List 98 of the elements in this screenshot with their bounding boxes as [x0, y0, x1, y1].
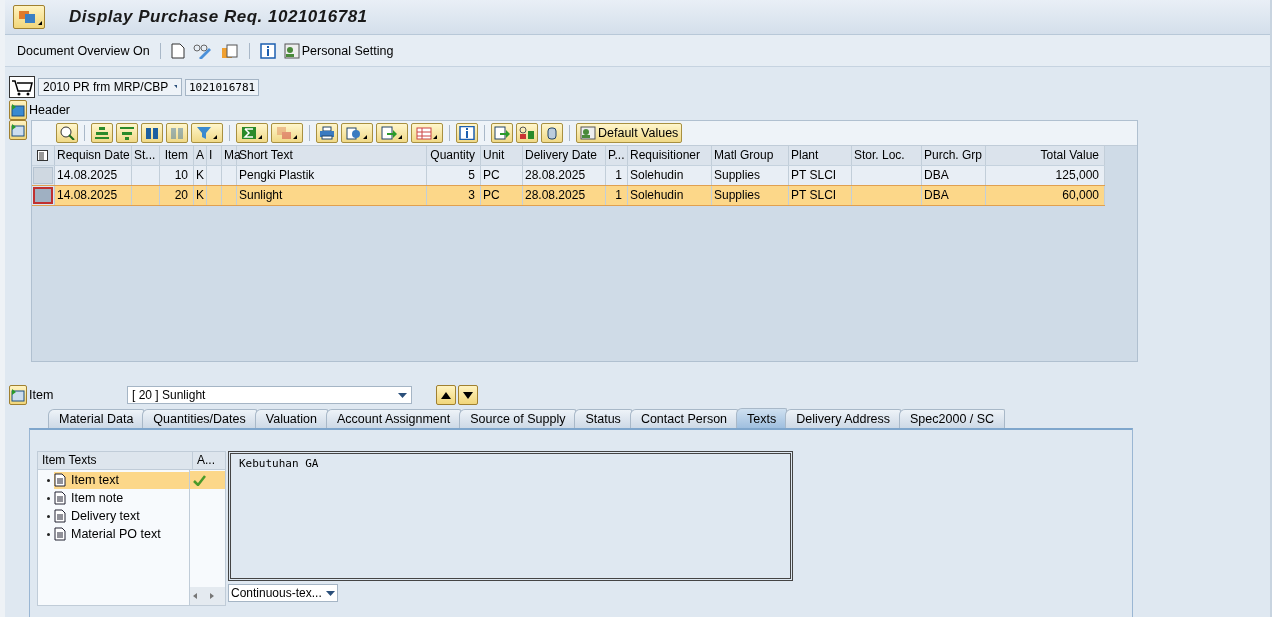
item-dropdown[interactable]: [ 20 ] Sunlight	[127, 386, 412, 404]
table-cell: PT SLCI	[789, 186, 852, 205]
layout-button[interactable]	[411, 123, 443, 143]
caret-icon	[363, 135, 368, 140]
document-icon	[54, 491, 66, 505]
tab[interactable]: Texts	[736, 408, 788, 428]
sort-up-button[interactable]	[91, 123, 113, 143]
layout-icon	[416, 126, 432, 140]
personal-setting-button[interactable]: Personal Setting	[283, 42, 394, 59]
info-icon[interactable]	[259, 42, 276, 59]
default-values-button[interactable]: Default Values	[576, 123, 683, 143]
caret-icon	[433, 135, 438, 140]
column-header: A...	[196, 452, 215, 469]
table-cell: K	[194, 186, 207, 205]
panel-icon	[11, 388, 25, 402]
table-cell: 60,000	[986, 186, 1105, 205]
column-settings-icon[interactable]	[37, 149, 49, 162]
table-cell: 14.08.2025	[55, 186, 132, 205]
text-type-item[interactable]: Item note	[54, 489, 189, 507]
document-number-field: 1021016781	[185, 78, 260, 96]
tab[interactable]: Spec2000 / SC	[899, 409, 1006, 428]
sigma-icon	[241, 126, 257, 140]
panel-icon	[11, 123, 25, 137]
caret-icon	[213, 135, 218, 140]
text-type-item[interactable]: Delivery text	[54, 507, 189, 525]
editor-text: Kebutuhan GA	[239, 457, 319, 470]
row-selector[interactable]	[33, 187, 53, 204]
details-icon	[59, 126, 75, 140]
header-label: Header	[29, 103, 70, 117]
next-item-button[interactable]	[458, 385, 478, 405]
filter-icon	[196, 126, 212, 140]
table-cell: Sunlight	[237, 186, 427, 205]
expand-header-button[interactable]	[9, 100, 27, 120]
caret-icon	[293, 135, 298, 140]
document-type-dropdown[interactable]: 2010 PR frm MRP/CBP	[38, 78, 182, 96]
export-button[interactable]	[376, 123, 408, 143]
printer-icon	[319, 126, 335, 140]
system-menu-button[interactable]	[13, 5, 45, 29]
printer-button[interactable]	[316, 123, 338, 143]
format-dropdown[interactable]: Continuous-tex...	[228, 584, 338, 602]
sort-up-icon	[94, 126, 110, 140]
caret-icon	[398, 135, 403, 140]
person-card-icon	[580, 126, 596, 140]
table-cell: 3	[427, 186, 481, 205]
glasses-pencil-icon[interactable]	[192, 42, 213, 59]
sort-down-icon	[119, 126, 135, 140]
column-header: Item Texts	[38, 452, 193, 469]
table-cell: Solehudin	[628, 186, 712, 205]
import-button[interactable]	[491, 123, 513, 143]
document-icon	[54, 473, 66, 487]
shopping-cart-icon[interactable]	[9, 76, 35, 98]
tab[interactable]: Quantities/Dates	[142, 409, 257, 428]
blank-page-icon[interactable]	[170, 42, 185, 59]
document-icon	[54, 509, 66, 523]
text-type-item[interactable]: Material PO text	[54, 525, 189, 543]
import-icon	[494, 126, 510, 140]
person-card-icon	[283, 42, 300, 59]
tab[interactable]: Source of Supply	[459, 409, 577, 428]
table-cell: 1	[606, 186, 628, 205]
caret-icon	[258, 135, 263, 140]
details-button[interactable]	[56, 123, 78, 143]
item-label: Item	[29, 388, 55, 402]
dropdown-arrow-icon	[398, 392, 407, 398]
tab[interactable]: Status	[574, 409, 632, 428]
tab[interactable]: Contact Person	[629, 409, 739, 428]
export-icon	[381, 126, 397, 140]
table-cell: DBA	[922, 186, 986, 205]
previous-item-button[interactable]	[436, 385, 456, 405]
document-overview-button[interactable]: Document Overview On	[17, 43, 150, 58]
views-icon	[346, 126, 362, 140]
window-title: Display Purchase Req. 1021016781	[69, 7, 368, 27]
tab[interactable]: Account Assignment	[325, 409, 462, 428]
table-cell: 20	[160, 186, 194, 205]
table-cell: 28.08.2025	[523, 186, 606, 205]
tab[interactable]: Material Data	[48, 409, 145, 428]
collapse-grid-button[interactable]	[9, 120, 27, 140]
dropdown-arrow-icon	[326, 590, 335, 596]
document-icon	[54, 527, 66, 541]
caret-icon	[38, 21, 43, 26]
info-button[interactable]	[456, 123, 478, 143]
panel-icon	[11, 103, 25, 117]
info-icon	[459, 126, 475, 140]
tab[interactable]: Delivery Address	[785, 409, 902, 428]
text-editor[interactable]: Kebutuhan GA	[228, 451, 793, 581]
table-cell: Supplies	[712, 186, 789, 205]
tab[interactable]: Valuation	[254, 409, 328, 428]
filter-button[interactable]	[191, 123, 223, 143]
up-arrow-icon	[441, 391, 451, 399]
subtotal-icon	[276, 126, 292, 140]
sigma-button[interactable]	[236, 123, 268, 143]
subtotal-button[interactable]	[271, 123, 303, 143]
table-cell: PC	[481, 186, 523, 205]
text-type-item[interactable]: Item text	[54, 471, 189, 489]
expand-item-button[interactable]	[9, 385, 27, 405]
views-button[interactable]	[341, 123, 373, 143]
down-arrow-icon	[463, 391, 473, 399]
dropdown-arrow-icon	[174, 84, 177, 90]
sort-down-button[interactable]	[116, 123, 138, 143]
